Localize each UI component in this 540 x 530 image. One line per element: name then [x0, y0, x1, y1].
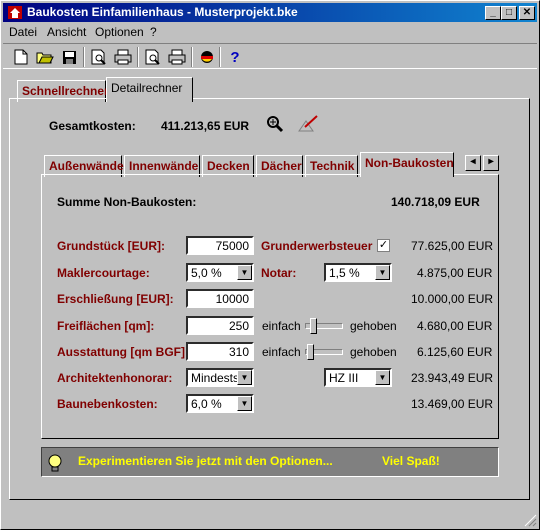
- notar-amount: 4.875,00 EUR: [417, 266, 493, 280]
- tab-detailrechner[interactable]: Detailrechner: [106, 77, 193, 102]
- ausstattung-amount: 6.125,60 EUR: [417, 345, 493, 359]
- chevron-down-icon[interactable]: ▼: [375, 370, 390, 385]
- makler-select[interactable]: 5,0 % ▼: [186, 263, 254, 282]
- resize-grip-icon[interactable]: [523, 513, 537, 527]
- chevron-down-icon[interactable]: ▼: [237, 265, 252, 280]
- title-bar: Baukosten Einfamilienhaus - Musterprojek…: [3, 3, 537, 22]
- grunderwerbsteuer-checkbox[interactable]: ✓: [377, 239, 390, 252]
- gesamtkosten-label: Gesamtkosten:: [49, 119, 136, 133]
- makler-select-value: 5,0 %: [191, 266, 222, 280]
- honorarzone-select-value: HZ III: [329, 371, 359, 385]
- architekt-select[interactable]: Mindests ▼: [186, 368, 254, 387]
- chart-pencil-icon[interactable]: [297, 115, 319, 133]
- freiflaechen-label: Freiflächen [qm]:: [57, 319, 155, 333]
- baunebenkosten-select[interactable]: 6,0 % ▼: [186, 394, 254, 413]
- menu-bar: Datei Ansicht Optionen ?: [3, 23, 537, 42]
- maximize-button[interactable]: □: [501, 6, 517, 20]
- new-file-icon[interactable]: [11, 47, 31, 67]
- grundstueck-input[interactable]: 75000: [186, 236, 254, 255]
- freiflaechen-low-label: einfach: [262, 319, 301, 333]
- tab-scroll-left-button[interactable]: ◂: [465, 155, 481, 171]
- grundstueck-label: Grundstück [EUR]:: [57, 239, 165, 253]
- hint-text: Experimentieren Sie jetzt mit den Option…: [78, 454, 333, 468]
- notar-select-value: 1,5 %: [329, 266, 360, 280]
- freiflaechen-slider[interactable]: [305, 318, 343, 334]
- ausstattung-low-label: einfach: [262, 345, 301, 359]
- menu-help[interactable]: ?: [150, 25, 157, 39]
- erschliessung-label: Erschließung [EUR]:: [57, 292, 174, 306]
- ausstattung-slider-thumb[interactable]: [307, 344, 314, 360]
- menu-ansicht[interactable]: Ansicht: [47, 25, 86, 39]
- menu-datei[interactable]: Datei: [9, 25, 37, 39]
- makler-label: Maklercourtage:: [57, 266, 150, 280]
- toolbar: ?: [3, 43, 537, 69]
- menu-optionen[interactable]: Optionen: [95, 25, 144, 39]
- chevron-down-icon[interactable]: ▼: [375, 265, 390, 280]
- freiflaechen-high-label: gehoben: [350, 319, 397, 333]
- architekt-amount: 23.943,49 EUR: [411, 371, 494, 385]
- grunderwerbsteuer-amount: 77.625,00 EUR: [411, 239, 494, 253]
- erschliessung-input[interactable]: 10000: [186, 289, 254, 308]
- honorarzone-select[interactable]: HZ III ▼: [324, 368, 392, 387]
- printer-2-icon[interactable]: [167, 47, 187, 67]
- lightbulb-icon: [48, 454, 62, 472]
- hint-bar: Experimentieren Sie jetzt mit den Option…: [41, 447, 499, 477]
- house-app-icon: [8, 6, 22, 19]
- freiflaechen-slider-thumb[interactable]: [310, 318, 317, 334]
- summe-label: Summe Non-Baukosten:: [57, 195, 197, 209]
- baunebenkosten-amount: 13.469,00 EUR: [411, 397, 494, 411]
- zoom-magnifier-icon[interactable]: [266, 115, 284, 133]
- open-folder-icon[interactable]: [35, 47, 55, 67]
- architekt-label: Architektenhonorar:: [57, 371, 173, 385]
- print-preview-2-icon[interactable]: [143, 47, 163, 67]
- freiflaechen-amount: 4.680,00 EUR: [417, 319, 493, 333]
- ausstattung-label: Ausstattung [qm BGF]:: [57, 345, 189, 359]
- gesamtkosten-value: 411.213,65 EUR: [161, 119, 250, 133]
- architekt-select-value: Mindests: [191, 371, 240, 385]
- summe-value: 140.718,09 EUR: [391, 195, 480, 209]
- grunderwerbsteuer-label: Grunderwerbsteuer: [261, 239, 373, 253]
- tab-scroll-right-button[interactable]: ▸: [483, 155, 499, 171]
- chevron-down-icon[interactable]: ▼: [237, 396, 252, 411]
- minimize-button[interactable]: _: [485, 6, 501, 20]
- notar-label: Notar:: [261, 266, 297, 280]
- close-button[interactable]: ✕: [519, 6, 535, 20]
- help-question-icon[interactable]: ?: [225, 47, 245, 67]
- ausstattung-slider[interactable]: [305, 344, 343, 360]
- ausstattung-high-label: gehoben: [350, 345, 397, 359]
- window-title: Baukosten Einfamilienhaus - Musterprojek…: [27, 5, 298, 19]
- baunebenkosten-label: Baunebenkosten:: [57, 397, 158, 411]
- print-preview-icon[interactable]: [89, 47, 109, 67]
- notar-select[interactable]: 1,5 % ▼: [324, 263, 392, 282]
- ausstattung-input[interactable]: 310: [186, 342, 254, 361]
- hint-text-2: Viel Spaß!: [382, 454, 440, 468]
- tab-non-baukosten[interactable]: Non-Baukosten: [360, 152, 454, 177]
- freiflaechen-input[interactable]: 250: [186, 316, 254, 335]
- baunebenkosten-select-value: 6,0 %: [191, 397, 222, 411]
- chevron-down-icon[interactable]: ▼: [237, 370, 252, 385]
- app-window: Baukosten Einfamilienhaus - Musterprojek…: [0, 0, 540, 530]
- printer-icon[interactable]: [113, 47, 133, 67]
- save-disk-icon[interactable]: [59, 47, 79, 67]
- german-flag-icon[interactable]: [197, 47, 217, 67]
- erschliessung-amount: 10.000,00 EUR: [411, 292, 494, 306]
